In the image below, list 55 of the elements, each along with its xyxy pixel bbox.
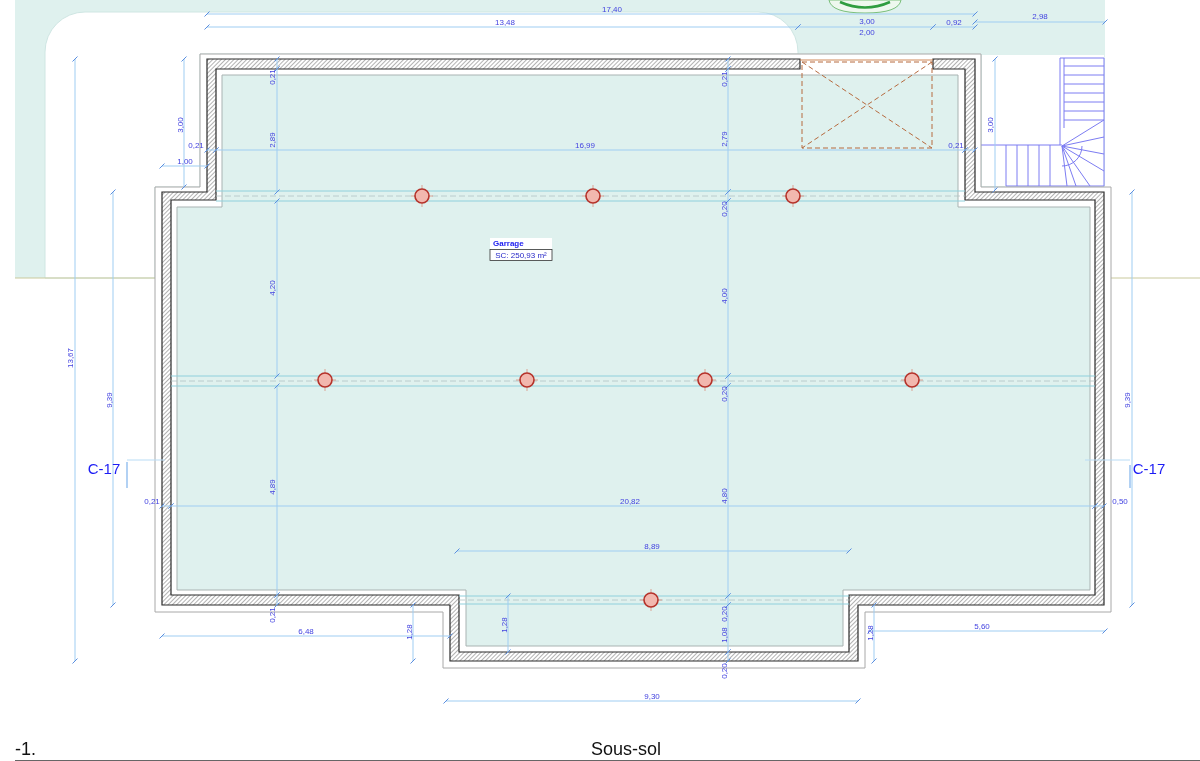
- dimension-label: 0,20: [719, 386, 729, 402]
- dimension-label: 0,92: [946, 17, 962, 27]
- column-icon: [781, 184, 805, 208]
- dimension-label: 0,21: [267, 69, 277, 85]
- dimension-label: 0,20: [719, 201, 729, 217]
- dimension-label: 4,00: [719, 288, 729, 304]
- dimension-label: 0,21: [719, 71, 729, 87]
- dimension-label: 9,30: [644, 691, 660, 701]
- dimension-label: 20,82: [620, 496, 640, 506]
- room-name: Garrage: [490, 238, 552, 249]
- column-icon: [410, 184, 434, 208]
- dimension-label: 3,00: [985, 117, 995, 133]
- dimension-label: 5,60: [974, 621, 990, 631]
- sheet-title: Sous-sol: [591, 740, 662, 758]
- dimension-label: 1,08: [719, 627, 729, 643]
- dimension-label: 0,21: [948, 140, 964, 150]
- level-number: -1.: [15, 740, 37, 758]
- dimension-label: 2,89: [267, 132, 277, 148]
- dimension-label: 2,98: [1032, 11, 1048, 21]
- dimension-label: 0,50: [1112, 496, 1128, 506]
- dimension-label: 9,39: [1122, 392, 1132, 408]
- dimension-label: 2,00: [859, 27, 875, 37]
- dimension-label: 4,80: [719, 488, 729, 504]
- column-icon: [515, 368, 539, 392]
- column-icon: [693, 368, 717, 392]
- column-icon: [313, 368, 337, 392]
- dimension-label: 17,40: [602, 4, 622, 14]
- section-marker-line: [1084, 459, 1131, 489]
- dimension-label: 9,39: [104, 392, 114, 408]
- dimension-label: 1,00: [177, 156, 193, 166]
- dimension-label: 1,28: [404, 624, 414, 640]
- dimension-label: 2,79: [719, 131, 729, 147]
- dimension-label: 0,21: [144, 496, 160, 506]
- dimension-label: 0,20: [719, 606, 729, 622]
- column-icon: [581, 184, 605, 208]
- section-label: C-17: [87, 459, 121, 477]
- dimension-label: 4,89: [267, 479, 277, 495]
- dimension-label: 3,00: [175, 117, 185, 133]
- dimension-label: 0,21: [267, 607, 277, 623]
- dimension-label: 13,48: [495, 17, 515, 27]
- dimension-label: 1,28: [499, 617, 509, 633]
- area-tag: SC: 250,93 m²: [489, 249, 553, 261]
- column-icon: [900, 368, 924, 392]
- dimension-label: 0,21: [188, 140, 204, 150]
- section-label: C-17: [1132, 459, 1166, 477]
- dimension-label: 3,00: [859, 16, 875, 26]
- dimension-label: 0,20: [719, 663, 729, 679]
- dimension-label: 8,89: [644, 541, 660, 551]
- section-marker-line: [126, 459, 166, 489]
- dimension-label: 16,99: [575, 140, 595, 150]
- dimension-label: 6,48: [298, 626, 314, 636]
- dimension-label: 1,28: [865, 625, 875, 641]
- dimension-label: 13,67: [65, 348, 75, 368]
- dimension-label: 4,20: [267, 280, 277, 296]
- column-icon: [639, 588, 663, 612]
